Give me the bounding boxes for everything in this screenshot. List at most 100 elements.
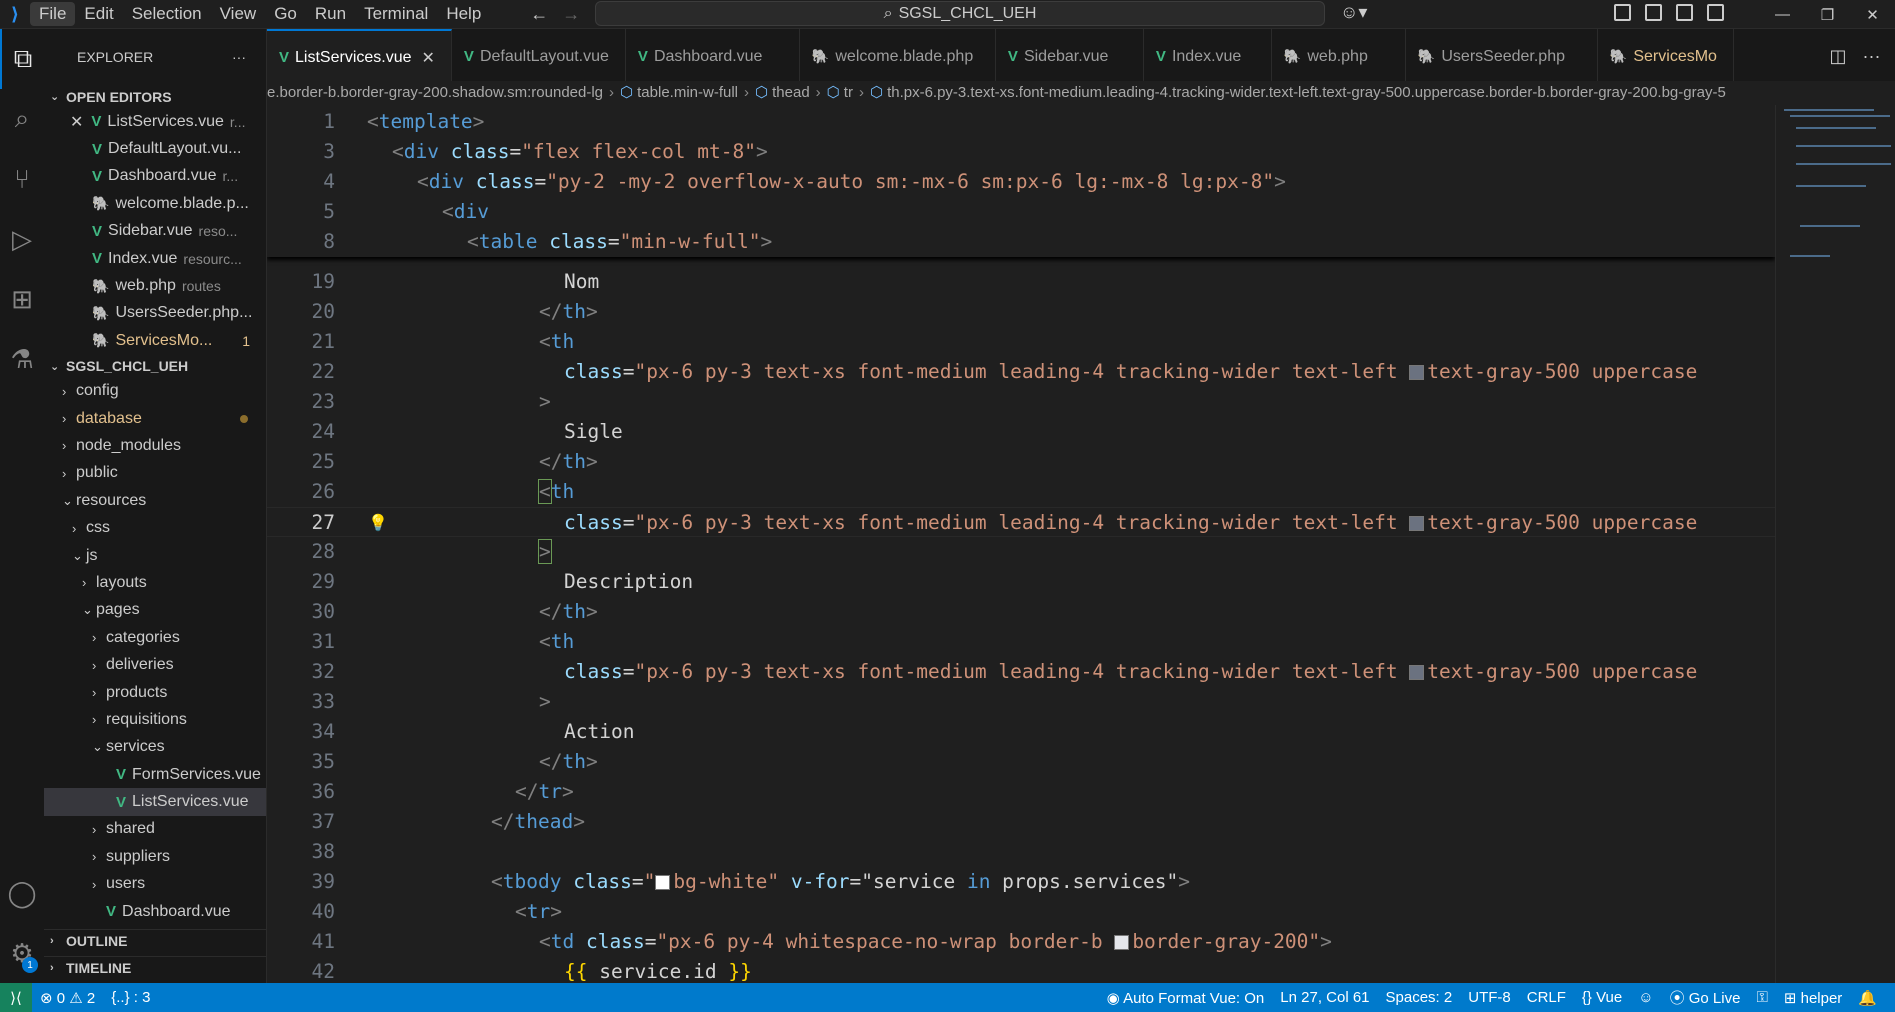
bracket-info[interactable]: {..} : 3 — [103, 989, 158, 1006]
tree-file[interactable]: V Dashboard.vue — [44, 898, 266, 925]
tab-sidebar[interactable]: V Sidebar.vue — [996, 29, 1144, 83]
tree-folder[interactable]: › layouts — [44, 569, 266, 596]
tab-dashboard[interactable]: V Dashboard.vue — [626, 29, 800, 83]
cursor-position[interactable]: Ln 27, Col 61 — [1272, 989, 1377, 1006]
tree-folder[interactable]: › config — [44, 378, 266, 405]
restore-icon[interactable]: ❐ — [1805, 0, 1850, 29]
open-editor-item[interactable]: 🐘 web.php routes — [44, 272, 266, 299]
toggle-panel-icon[interactable] — [1676, 4, 1693, 21]
helper-status[interactable]: ⊞ helper — [1776, 989, 1850, 1007]
end-of-line[interactable]: CRLF — [1519, 989, 1574, 1006]
tab-welcome-blade[interactable]: 🐘 welcome.blade.php — [800, 29, 996, 83]
tree-folder[interactable]: › css — [44, 514, 266, 541]
breadcrumb-item[interactable]: th.px-6.py-3.text-xs.font-medium.leading… — [887, 84, 1726, 101]
back-arrow-icon[interactable]: ← — [530, 4, 548, 25]
open-editor-item[interactable]: 🐘 UsersSeeder.php... — [44, 300, 266, 327]
explorer-icon[interactable]: ⧉ — [0, 29, 44, 89]
toggle-secondary-sidebar-icon[interactable] — [1707, 4, 1724, 21]
auto-format-status[interactable]: ◉ Auto Format Vue: On — [1099, 989, 1273, 1007]
code-editor[interactable]: 1 <template> 3 <div class="flex flex-col m… — [267, 105, 1775, 983]
menu-go[interactable]: Go — [265, 2, 306, 26]
open-editor-item[interactable]: V Sidebar.vue reso... — [44, 218, 266, 245]
tab-web[interactable]: 🐘 web.php — [1272, 29, 1406, 83]
tab-servicesmodel[interactable]: 🐘 ServicesMo — [1598, 29, 1734, 83]
timeline-header[interactable]: › TIMELINE — [44, 956, 266, 979]
toggle-primary-sidebar-icon[interactable] — [1645, 4, 1662, 21]
minimap[interactable] — [1775, 105, 1895, 983]
more-actions-icon[interactable]: ··· — [1863, 46, 1881, 67]
menu-help[interactable]: Help — [437, 2, 490, 26]
tree-folder[interactable]: › deliveries — [44, 651, 266, 678]
customize-layout-icon[interactable] — [1614, 4, 1631, 21]
tree-folder[interactable]: › users — [44, 871, 266, 898]
tree-folder[interactable]: › public — [44, 460, 266, 487]
command-center-search[interactable]: ⌕ SGSL_CHCL_UEH — [595, 1, 1325, 26]
indentation[interactable]: Spaces: 2 — [1378, 989, 1461, 1006]
open-editor-item[interactable]: ✕ V ListServices.vue r... — [44, 108, 266, 135]
problems-indicator[interactable]: ⊗ 0 ⚠ 2 — [32, 989, 103, 1007]
menu-run[interactable]: Run — [306, 2, 355, 26]
tree-folder[interactable]: ⌄ pages — [44, 597, 266, 624]
tab-listservices[interactable]: V ListServices.vue ✕ — [267, 29, 452, 83]
close-icon[interactable]: ✕ — [422, 48, 435, 68]
menu-selection[interactable]: Selection — [123, 2, 211, 26]
tab-defaultlayout[interactable]: V DefaultLayout.vue — [452, 29, 626, 83]
tree-folder[interactable]: › products — [44, 679, 266, 706]
menu-file[interactable]: File — [30, 2, 76, 26]
menu-view[interactable]: View — [211, 2, 266, 26]
split-editor-icon[interactable]: ◫ — [1830, 46, 1847, 67]
encoding[interactable]: UTF-8 — [1460, 989, 1519, 1006]
go-live-button[interactable]: ⦿ Go Live — [1662, 987, 1749, 1008]
menu-edit[interactable]: Edit — [75, 2, 122, 26]
tree-folder[interactable]: › categories — [44, 624, 266, 651]
more-actions-icon[interactable]: ··· — [232, 49, 246, 65]
minimize-icon[interactable]: — — [1760, 0, 1805, 29]
outline-header[interactable]: › OUTLINE — [44, 929, 266, 952]
tree-folder[interactable]: › shared — [44, 816, 266, 843]
run-debug-icon[interactable]: ▷ — [0, 209, 44, 269]
remote-icon[interactable]: ⟩⟨ — [0, 983, 32, 1012]
tree-folder[interactable]: ⌄ js — [44, 542, 266, 569]
open-editor-item[interactable]: V Dashboard.vue r... — [44, 163, 266, 190]
search-view-icon[interactable]: ⌕ — [0, 89, 44, 149]
open-editor-item[interactable]: V DefaultLayout.vu... — [44, 135, 266, 162]
copilot-icon[interactable]: ☺▾ — [1340, 2, 1367, 23]
open-editor-item[interactable]: V Index.vue resourc... — [44, 245, 266, 272]
key-icon[interactable]: ⚿ — [1748, 989, 1775, 1006]
accounts-icon[interactable]: ◯ — [0, 863, 44, 923]
breadcrumb-item[interactable]: e.border-b.border-gray-200.shadow.sm:rou… — [267, 84, 603, 101]
tree-file-selected[interactable]: V ListServices.vue — [44, 788, 266, 816]
vue-file-icon: V — [92, 140, 103, 158]
vue-file-icon: V — [106, 903, 117, 921]
open-editors-header[interactable]: ⌄ OPEN EDITORS — [44, 85, 266, 108]
breadcrumb-item[interactable]: table.min-w-full — [637, 84, 738, 101]
tree-file[interactable]: V FormServices.vue — [44, 761, 266, 788]
testing-icon[interactable]: ⚗ — [0, 329, 44, 389]
close-window-icon[interactable]: ✕ — [1850, 0, 1895, 29]
project-header[interactable]: ⌄ SGSL_CHCL_UEH — [44, 355, 266, 378]
copilot-status-icon[interactable]: ☺ — [1630, 989, 1661, 1006]
menu-terminal[interactable]: Terminal — [355, 2, 437, 26]
tree-folder[interactable]: › suppliers — [44, 843, 266, 870]
tab-usersseeder[interactable]: 🐘 UsersSeeder.php — [1406, 29, 1598, 83]
forward-arrow-icon[interactable]: → — [562, 4, 580, 25]
tab-index[interactable]: V Index.vue — [1144, 29, 1272, 83]
open-editor-item[interactable]: 🐘 welcome.blade.p... — [44, 190, 266, 217]
tree-folder[interactable]: ⌄ resources — [44, 487, 266, 514]
manage-gear-icon[interactable]: ⚙ 1 — [0, 923, 44, 983]
tree-folder[interactable]: › database — [44, 405, 266, 432]
open-editors-title: OPEN EDITORS — [66, 88, 172, 105]
tree-folder[interactable]: › node_modules — [44, 432, 266, 459]
language-mode[interactable]: {} Vue — [1574, 989, 1630, 1006]
tree-folder[interactable]: ⌄ services — [44, 734, 266, 761]
open-editor-item[interactable]: 🐘 ServicesMo... 1 — [44, 327, 266, 354]
source-control-icon[interactable]: ⑂ — [0, 149, 44, 209]
close-icon[interactable]: ✕ — [70, 112, 83, 132]
folder-label: categories — [106, 628, 180, 646]
lightbulb-icon[interactable]: 💡 — [368, 508, 388, 538]
notifications-icon[interactable]: 🔔 — [1850, 989, 1885, 1007]
extensions-icon[interactable]: ⊞ — [0, 269, 44, 329]
tree-folder[interactable]: › requisitions — [44, 706, 266, 733]
breadcrumb-item[interactable]: tr — [844, 84, 853, 101]
breadcrumb-item[interactable]: thead — [772, 84, 810, 101]
